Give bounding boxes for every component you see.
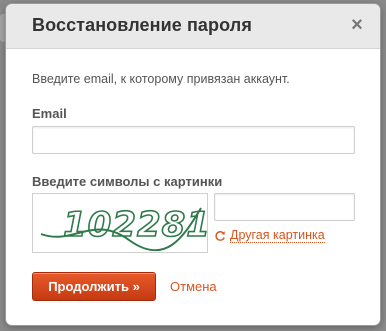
captcha-label: Введите символы с картинки	[32, 174, 223, 189]
close-icon[interactable]: ×	[348, 15, 366, 35]
password-recovery-dialog: Восстановление пароля × Введите email, к…	[6, 4, 380, 325]
email-input[interactable]	[32, 126, 355, 154]
email-label: Email	[32, 106, 67, 121]
dialog-title: Восстановление пароля	[32, 15, 252, 35]
refresh-captcha-link[interactable]: Другая картинка	[214, 228, 325, 243]
refresh-captcha-label: Другая картинка	[230, 228, 325, 243]
captcha-graphic: 102281	[40, 204, 211, 252]
continue-button[interactable]: Продолжить »	[32, 272, 156, 301]
captcha-image: 102281	[32, 193, 211, 253]
captcha-input[interactable]	[214, 193, 355, 221]
refresh-icon	[215, 230, 225, 241]
dialog-header: Восстановление пароля ×	[6, 4, 380, 49]
cancel-link[interactable]: Отмена	[170, 279, 217, 294]
instruction-text: Введите email, к которому привязан аккау…	[32, 72, 290, 86]
captcha-text: 102281	[63, 205, 207, 245]
